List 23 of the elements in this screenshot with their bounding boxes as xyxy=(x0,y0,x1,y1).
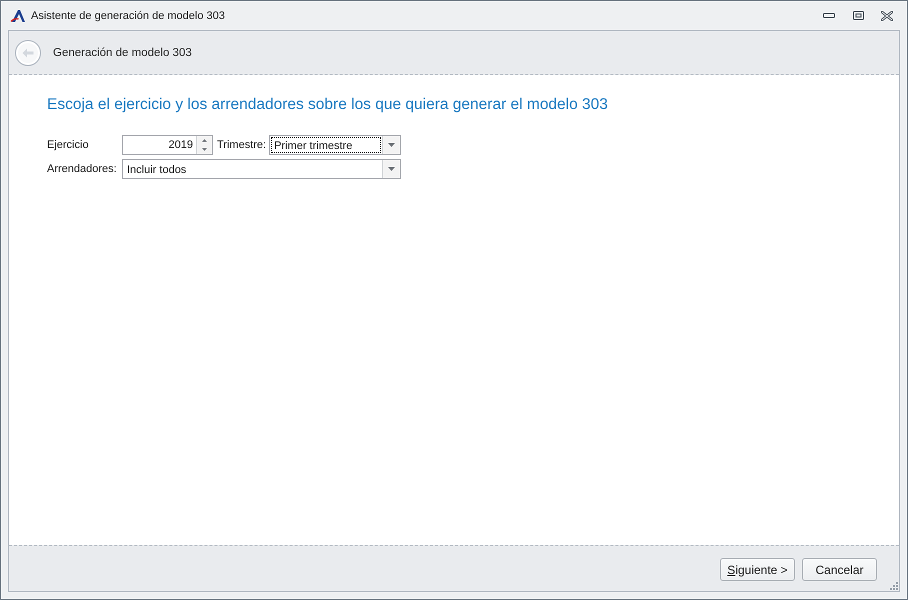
caret-down-icon xyxy=(388,143,395,147)
arrow-left-icon xyxy=(22,48,34,58)
caret-down-icon xyxy=(388,167,395,171)
dialog-button[interactable]: Siguiente > xyxy=(720,558,795,581)
caret-up-icon xyxy=(202,139,207,142)
dialog-button[interactable]: Cancelar xyxy=(802,558,877,581)
close-icon xyxy=(881,10,893,20)
dropdown-field[interactable]: Incluir todos xyxy=(122,159,401,179)
maximize-icon xyxy=(852,11,864,20)
window-title: Asistente de generación de modelo 303 xyxy=(31,10,225,22)
instruction-heading: Escoja el ejercicio y los arrendadores sobre los que quiera generar el modelo 303 xyxy=(47,95,609,115)
number-spin-field[interactable]: 2019 xyxy=(122,135,213,155)
dropdown-button[interactable] xyxy=(382,136,400,154)
field-label: Arrendadores: xyxy=(47,163,118,175)
caret-down-icon xyxy=(202,148,207,151)
logo-icon xyxy=(10,8,26,22)
dropdown-field[interactable]: Primer trimestre xyxy=(269,135,401,155)
dropdown-button[interactable] xyxy=(382,160,400,178)
minimize-icon xyxy=(823,13,835,18)
page-title: Generación de modelo 303 xyxy=(53,46,192,58)
field-label: Trimestre: xyxy=(217,139,266,151)
resize-grip-icon[interactable] xyxy=(889,581,898,590)
field-label: Ejercicio xyxy=(47,139,90,151)
